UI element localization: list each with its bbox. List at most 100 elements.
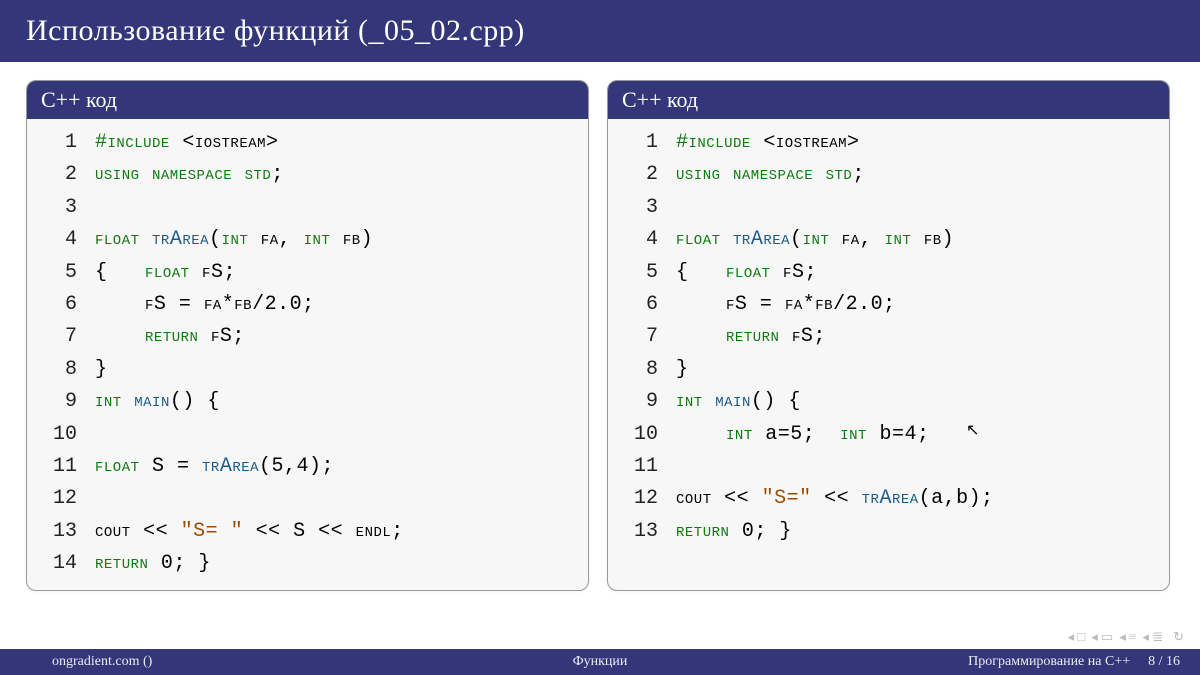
line-number: 4 — [41, 224, 77, 256]
code-line: 11 — [622, 451, 1155, 483]
line-number: 12 — [622, 483, 658, 515]
line-number: 12 — [41, 483, 77, 515]
slide-title: Использование функций (_05_02.cpp) — [0, 0, 1200, 62]
code-line: 13 cout << "S= " << S << endl; — [41, 516, 574, 548]
code-content: { float fS; — [95, 257, 236, 289]
code-line: 4 float trArea(int fa, int fb) — [41, 224, 574, 256]
code-content: float trArea(int fa, int fb) — [676, 224, 954, 256]
code-content: using namespace std; — [676, 159, 865, 191]
line-number: 2 — [41, 159, 77, 191]
nav-back-icon[interactable]: ◂ □ — [1068, 629, 1086, 645]
code-content: #include <iostream> — [676, 127, 860, 159]
code-content: return fS; — [95, 321, 245, 353]
code-line: 3 — [41, 192, 574, 224]
code-line: 12 — [41, 483, 574, 515]
line-number: 10 — [622, 419, 658, 451]
code-content: #include <iostream> — [95, 127, 279, 159]
code-content — [676, 451, 689, 483]
line-number: 7 — [41, 321, 77, 353]
line-number: 10 — [41, 419, 77, 451]
code-content: float S = trArea(5,4); — [95, 451, 334, 483]
code-line: 1 #include <iostream> — [41, 127, 574, 159]
line-number: 4 — [622, 224, 658, 256]
line-number: 5 — [41, 257, 77, 289]
footer-left: ongradient.com () — [12, 654, 392, 670]
code-line: 6 fS = fa*fb/2.0; — [41, 289, 574, 321]
line-number: 5 — [622, 257, 658, 289]
line-number: 3 — [41, 192, 77, 224]
code-line: 3 — [622, 192, 1155, 224]
line-number: 13 — [41, 516, 77, 548]
code-line: 6 fS = fa*fb/2.0; — [622, 289, 1155, 321]
code-content — [95, 483, 108, 515]
line-number: 8 — [622, 354, 658, 386]
footer-course: Программирование на С++ — [968, 654, 1130, 670]
line-number: 13 — [622, 516, 658, 548]
code-line: 13 return 0; } — [622, 516, 1155, 548]
code-line: 9 int main() { — [41, 386, 574, 418]
code-content: using namespace std; — [95, 159, 284, 191]
line-number: 11 — [41, 451, 77, 483]
code-line: 10 — [41, 419, 574, 451]
line-number: 6 — [41, 289, 77, 321]
line-number: 7 — [622, 321, 658, 353]
slide-title-text: Использование функций (_05_02.cpp) — [26, 14, 525, 47]
nav-icons: ◂ □ ◂ ▭ ◂ ≡ ◂ ≣ ↻ — [1068, 629, 1184, 645]
code-line: 1 #include <iostream> — [622, 127, 1155, 159]
code-content — [95, 192, 108, 224]
code-line: 8} — [41, 354, 574, 386]
line-number: 11 — [622, 451, 658, 483]
right-code-area: 1 #include <iostream> 2 using namespace std… — [608, 119, 1169, 558]
code-content: int main() { — [95, 386, 220, 418]
code-line: 7 return fS; — [622, 321, 1155, 353]
code-line: 11 float S = trArea(5,4); — [41, 451, 574, 483]
nav-next-icon[interactable]: ◂ ≡ — [1119, 629, 1136, 645]
code-content: { float fS; — [676, 257, 817, 289]
code-content: fS = fa*fb/2.0; — [676, 289, 896, 321]
footer: ongradient.com () Функции Программирован… — [0, 649, 1200, 675]
mouse-cursor-icon: ↖ — [966, 420, 979, 440]
left-code-panel: С++ код 1 #include <iostream> 2 using names… — [26, 80, 589, 591]
code-line: 2 using namespace std; — [622, 159, 1155, 191]
code-content: cout << "S=" << trArea(a,b); — [676, 483, 994, 515]
code-content — [95, 419, 108, 451]
right-code-panel: С++ код 1#include <iostream>2using names… — [607, 80, 1170, 591]
nav-cycle-icon[interactable]: ↻ — [1173, 629, 1184, 645]
code-line: 10 int a=5; int b=4; — [622, 419, 1155, 451]
line-number: 1 — [41, 127, 77, 159]
code-content: fS = fa*fb/2.0; — [95, 289, 315, 321]
line-number: 3 — [622, 192, 658, 224]
line-number: 1 — [622, 127, 658, 159]
code-line: 12 cout << "S=" << trArea(a,b); — [622, 483, 1155, 515]
code-line: 4 float trArea(int fa, int fb) — [622, 224, 1155, 256]
line-number: 8 — [41, 354, 77, 386]
code-content: int a=5; int b=4; — [676, 419, 929, 451]
code-line: 7 return fS; — [41, 321, 574, 353]
code-content: float trArea(int fa, int fb) — [95, 224, 373, 256]
content-area: С++ код 1 #include <iostream> 2 using names… — [0, 62, 1200, 591]
left-panel-title: С++ код — [27, 81, 588, 119]
code-line: 2 using namespace std; — [41, 159, 574, 191]
footer-site: ongradient.com () — [52, 654, 152, 670]
code-content: } — [676, 354, 689, 386]
footer-center: Функции — [392, 654, 808, 670]
code-content: return 0; } — [95, 548, 211, 580]
nav-prev-icon[interactable]: ◂ ▭ — [1091, 629, 1113, 645]
line-number: 9 — [41, 386, 77, 418]
nav-fwd-icon[interactable]: ◂ ≣ — [1142, 629, 1163, 645]
code-content: int main() { — [676, 386, 801, 418]
footer-right: Программирование на С++ 8 / 16 — [808, 654, 1188, 670]
code-content: return 0; } — [676, 516, 792, 548]
footer-topic: Функции — [573, 654, 628, 670]
line-number: 9 — [622, 386, 658, 418]
code-content: return fS; — [676, 321, 826, 353]
code-content: } — [95, 354, 108, 386]
code-line: 14 return 0; } — [41, 548, 574, 580]
line-number: 2 — [622, 159, 658, 191]
line-number: 6 — [622, 289, 658, 321]
footer-page: 8 / 16 — [1148, 654, 1180, 670]
code-content: cout << "S= " << S << endl; — [95, 516, 404, 548]
code-line: 8} — [622, 354, 1155, 386]
code-line: 5 { float fS; — [622, 257, 1155, 289]
line-number: 14 — [41, 548, 77, 580]
